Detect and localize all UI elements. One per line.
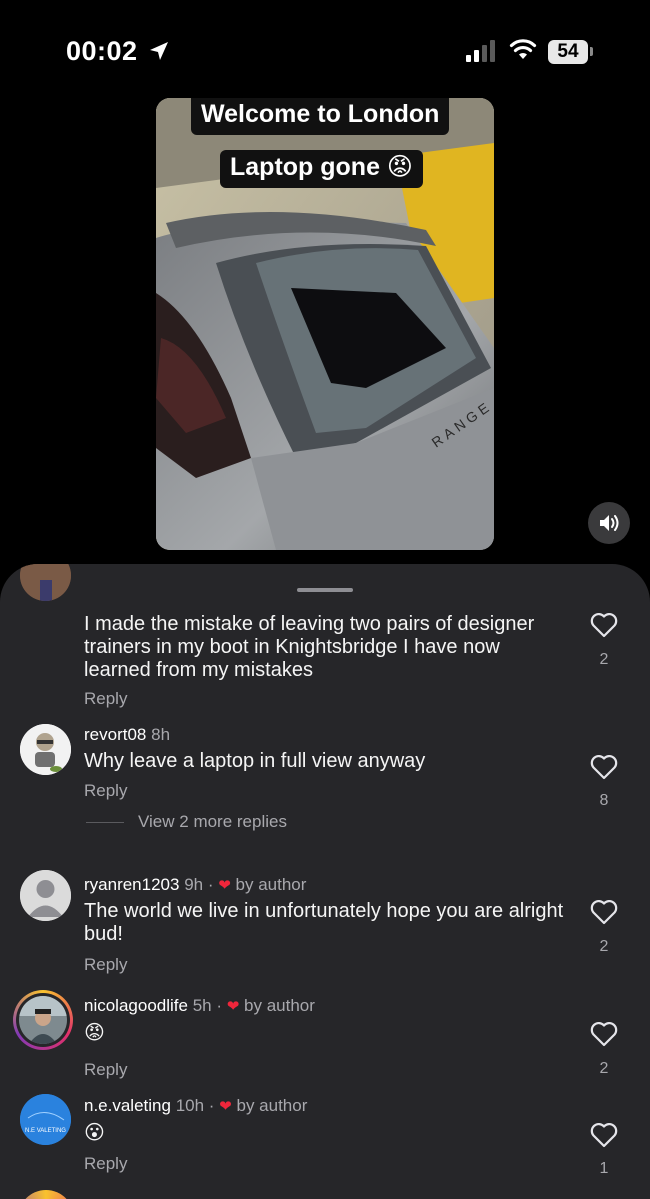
comment-text: 😡 <box>84 1022 105 1044</box>
comment-meta: revort08 8h <box>84 725 170 745</box>
comment-username[interactable]: ryanren1203 <box>84 875 179 894</box>
battery-icon: 54 <box>548 40 588 64</box>
avatar[interactable]: N.E VALETING <box>20 1094 71 1145</box>
author-heart-icon: ❤ <box>218 877 231 894</box>
author-heart-icon: ❤ <box>219 1098 232 1115</box>
heart-icon[interactable] <box>590 612 618 638</box>
comment-meta: ryanren1203 9h · ❤ by author <box>84 875 307 894</box>
avatar[interactable] <box>20 870 71 921</box>
comment-username[interactable]: n.e.valeting <box>84 1096 171 1115</box>
comments-sheet[interactable]: I made the mistake of leaving two pairs … <box>0 564 650 1199</box>
view-more-label: View 2 more replies <box>138 812 287 831</box>
heart-icon[interactable] <box>590 754 618 780</box>
status-time: 00:02 <box>66 36 138 66</box>
comment-time: 9h <box>184 875 204 894</box>
reply-button[interactable]: Reply <box>84 781 127 801</box>
comment-username[interactable]: revort08 <box>84 725 146 744</box>
comment-time: 5h <box>192 996 212 1015</box>
reply-button[interactable]: Reply <box>84 689 127 709</box>
comment-text: Why leave a laptop in full view anyway <box>84 750 426 772</box>
mute-toggle-button[interactable] <box>588 502 630 544</box>
comment-username[interactable]: nicolagoodlife <box>84 996 188 1015</box>
battery-tip <box>590 47 593 56</box>
comment-meta: n.e.valeting 10h · ❤ by author <box>84 1096 308 1115</box>
status-bar: 00:02 54 <box>0 0 650 100</box>
author-heart-icon: ❤ <box>226 998 240 1015</box>
like-count: 2 <box>599 651 609 668</box>
like-count: 8 <box>599 792 609 809</box>
avatar[interactable] <box>20 724 71 775</box>
avatar-story-ring[interactable] <box>18 1190 74 1199</box>
reply-button[interactable]: Reply <box>84 1060 127 1080</box>
location-arrow-icon <box>150 42 168 60</box>
avatar-label: N.E VALETING <box>25 1128 66 1134</box>
comment-time: 8h <box>151 725 171 744</box>
liked-by-author: by author <box>235 875 307 894</box>
comment-time: 10h <box>175 1096 205 1115</box>
comment-text: The world we live in unfortunately hope … <box>84 900 564 945</box>
avatar <box>19 996 67 1044</box>
video-caption-subtitle: Laptop gone 😡 <box>220 150 423 188</box>
liked-by-author: by author <box>236 1096 308 1115</box>
like-count: 1 <box>599 1160 609 1177</box>
comment-text: 😮 <box>84 1122 105 1144</box>
like-count: 2 <box>599 1060 609 1077</box>
speaker-icon <box>600 515 619 531</box>
heart-icon[interactable] <box>590 1122 618 1148</box>
avatar[interactable] <box>20 564 71 601</box>
sheet-drag-handle[interactable] <box>297 588 353 592</box>
like-count: 2 <box>599 938 609 955</box>
divider-line <box>86 822 124 824</box>
signal-icon <box>466 40 495 62</box>
reply-button[interactable]: Reply <box>84 1154 127 1174</box>
reply-button[interactable]: Reply <box>84 955 127 975</box>
comment-meta: nicolagoodlife 5h · ❤ by author <box>84 996 315 1015</box>
heart-icon[interactable] <box>590 1021 618 1047</box>
heart-icon[interactable] <box>590 899 618 925</box>
view-more-replies[interactable]: View 2 more replies <box>86 812 287 832</box>
comment-text: I made the mistake of leaving two pairs … <box>84 613 535 681</box>
avatar-story-ring[interactable] <box>13 990 73 1050</box>
video-player[interactable]: RANGE Welcome to London Laptop gone 😡 <box>156 98 494 550</box>
wifi-icon <box>509 39 537 59</box>
liked-by-author: by author <box>244 996 315 1015</box>
video-caption-title: Welcome to London <box>191 98 450 135</box>
